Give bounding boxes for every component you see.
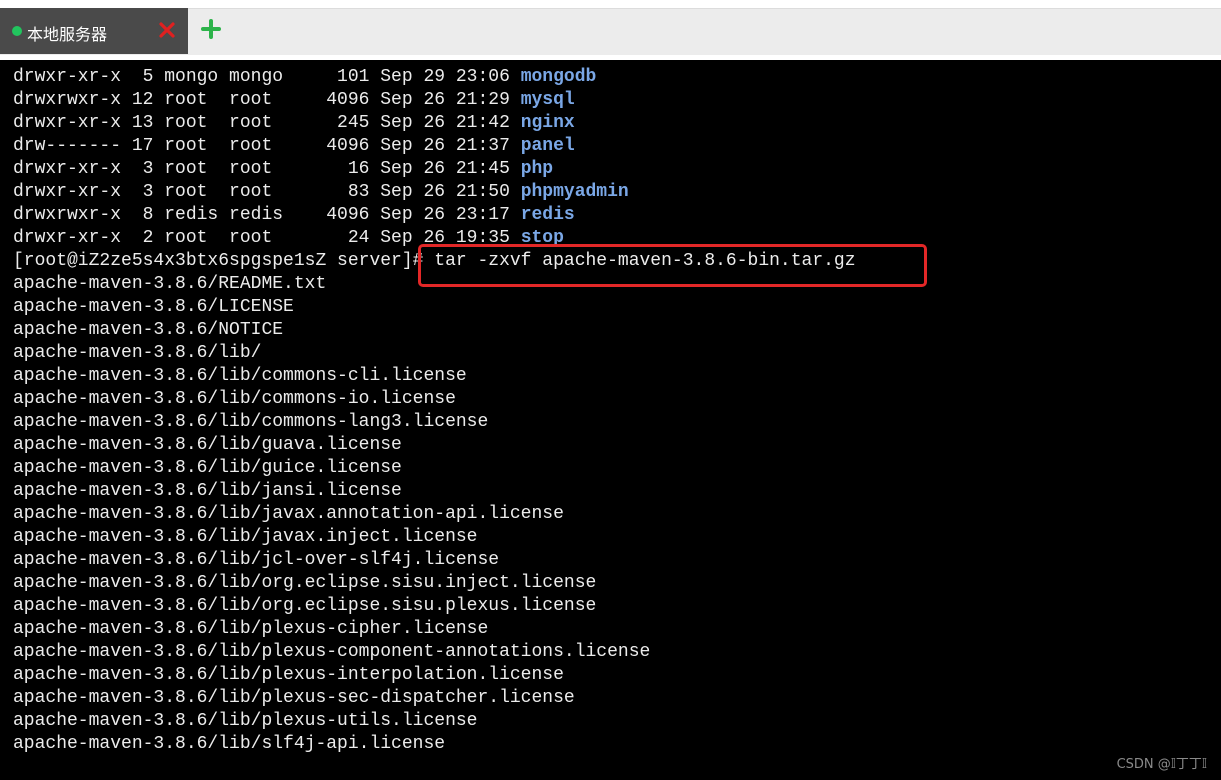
close-icon[interactable] (156, 19, 178, 41)
listing-meta: drwxrwxr-x 8 redis redis 4096 Sep 26 23:… (13, 205, 521, 225)
directory-name: panel (520, 136, 575, 156)
output-line: apache-maven-3.8.6/lib/plexus-component-… (13, 642, 651, 662)
output-line: apache-maven-3.8.6/lib/jcl-over-slf4j.li… (13, 550, 500, 570)
watermark: CSDN @𝕀丁丁𝕀 (1116, 757, 1207, 772)
output-line: apache-maven-3.8.6/lib/plexus-sec-dispat… (13, 688, 575, 708)
tab-bar: 本地服务器 (0, 0, 1221, 60)
directory-name: mongodb (520, 67, 597, 87)
directory-name: nginx (520, 113, 575, 133)
directory-name: redis (520, 205, 575, 225)
output-line: apache-maven-3.8.6/lib/ (13, 343, 262, 363)
listing-line: drwxrwxr-x 8 redis redis 4096 Sep 26 23:… (13, 204, 575, 227)
output-line: apache-maven-3.8.6/lib/commons-cli.licen… (13, 366, 467, 386)
connection-status-icon (12, 26, 22, 36)
output-line: apache-maven-3.8.6/lib/slf4j-api.license (13, 734, 446, 754)
output-line: apache-maven-3.8.6/lib/javax.inject.lice… (13, 527, 478, 547)
listing-meta: drwxr-xr-x 13 root root 245 Sep 26 21:42 (13, 113, 521, 133)
output-line: apache-maven-3.8.6/lib/commons-lang3.lic… (13, 412, 489, 432)
terminal-output[interactable]: drwxr-xr-x 5 mongo mongo 101 Sep 29 23:0… (0, 60, 1221, 780)
output-line: apache-maven-3.8.6/lib/jansi.license (13, 481, 402, 501)
output-line: apache-maven-3.8.6/lib/plexus-utils.lice… (13, 711, 478, 731)
listing-meta: drwxr-xr-x 2 root root 24 Sep 26 19:35 (13, 228, 521, 248)
directory-name: stop (520, 228, 564, 248)
listing-meta: drwxr-xr-x 3 root root 16 Sep 26 21:45 (13, 159, 521, 179)
directory-name: mysql (520, 90, 575, 110)
listing-line: drwxr-xr-x 13 root root 245 Sep 26 21:42… (13, 112, 575, 135)
directory-name: php (520, 159, 554, 179)
listing-meta: drwxr-xr-x 5 mongo mongo 101 Sep 29 23:0… (13, 67, 521, 87)
listing-meta: drwxrwxr-x 12 root root 4096 Sep 26 21:2… (13, 90, 521, 110)
output-line: apache-maven-3.8.6/lib/javax.annotation-… (13, 504, 564, 524)
output-line: apache-maven-3.8.6/LICENSE (13, 297, 294, 317)
listing-line: drwxr-xr-x 3 root root 83 Sep 26 21:50 p… (13, 181, 629, 204)
listing-line: drwxr-xr-x 2 root root 24 Sep 26 19:35 s… (13, 227, 564, 250)
directory-name: phpmyadmin (520, 182, 629, 202)
listing-meta: drwxr-xr-x 3 root root 83 Sep 26 21:50 (13, 182, 521, 202)
output-line: apache-maven-3.8.6/lib/guice.license (13, 458, 402, 478)
output-line: apache-maven-3.8.6/lib/guava.license (13, 435, 402, 455)
command-prompt-line: [root@iZ2ze5s4x3btx6spgspe1sZ server]# t… (13, 251, 856, 271)
output-line: apache-maven-3.8.6/NOTICE (13, 320, 284, 340)
listing-line: drwxr-xr-x 3 root root 16 Sep 26 21:45 p… (13, 158, 553, 181)
plus-icon[interactable] (200, 18, 222, 40)
listing-line: drwxrwxr-x 12 root root 4096 Sep 26 21:2… (13, 89, 575, 112)
listing-meta: drw------- 17 root root 4096 Sep 26 21:3… (13, 136, 521, 156)
listing-line: drw------- 17 root root 4096 Sep 26 21:3… (13, 135, 575, 158)
output-line: apache-maven-3.8.6/lib/plexus-cipher.lic… (13, 619, 489, 639)
output-line: apache-maven-3.8.6/lib/plexus-interpolat… (13, 665, 564, 685)
tab-local-server[interactable]: 本地服务器 (0, 8, 188, 54)
output-line: apache-maven-3.8.6/lib/org.eclipse.sisu.… (13, 596, 597, 616)
tab-label: 本地服务器 (27, 25, 108, 44)
listing-line: drwxr-xr-x 5 mongo mongo 101 Sep 29 23:0… (13, 66, 596, 89)
output-line: apache-maven-3.8.6/lib/org.eclipse.sisu.… (13, 573, 597, 593)
output-line: apache-maven-3.8.6/README.txt (13, 274, 327, 294)
output-line: apache-maven-3.8.6/lib/commons-io.licens… (13, 389, 456, 409)
